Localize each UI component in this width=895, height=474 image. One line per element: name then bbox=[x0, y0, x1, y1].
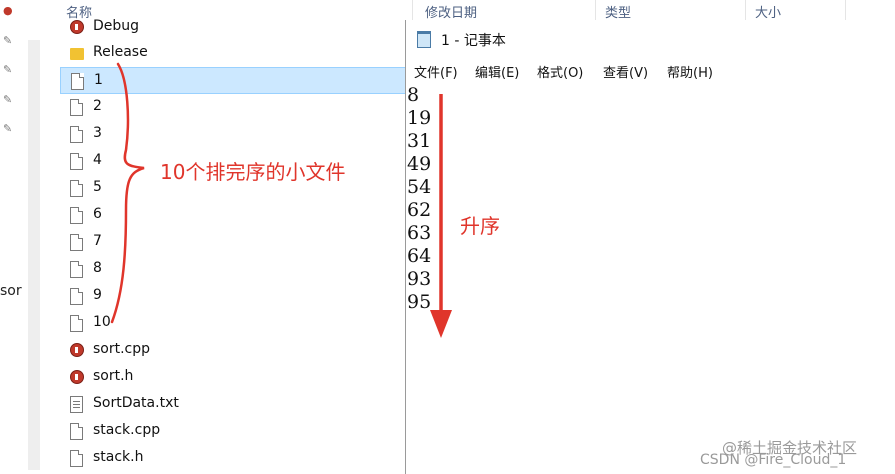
file-row-sort-cpp[interactable]: sort.cpp bbox=[60, 337, 406, 364]
watermark: CSDN @Fire_Cloud_1 bbox=[700, 452, 847, 468]
vs-file-icon: ● bbox=[3, 4, 13, 17]
cpp-file-icon bbox=[70, 343, 84, 357]
menu-format[interactable]: 格式(O) bbox=[537, 62, 583, 81]
document-icon bbox=[70, 126, 83, 143]
file-row-debug[interactable]: Debug bbox=[60, 14, 406, 41]
text-editor[interactable]: 8 19 31 49 54 62 63 64 93 95 bbox=[406, 84, 895, 474]
pin-icon[interactable]: ✎ bbox=[3, 122, 15, 136]
menu-help[interactable]: 帮助(H) bbox=[667, 62, 713, 81]
menu-edit[interactable]: 编辑(E) bbox=[475, 62, 519, 81]
ascending-annotation: 升序 bbox=[460, 214, 500, 238]
notepad-title-bar[interactable]: 1 - 记事本 bbox=[406, 20, 895, 58]
file-name: SortData.txt bbox=[93, 395, 179, 411]
document-icon bbox=[70, 423, 83, 440]
text-file-icon bbox=[70, 396, 83, 413]
notepad-window: 1 - 记事本 文件(F) 编辑(E) 格式(O) 查看(V) 帮助(H) 8 … bbox=[405, 20, 895, 474]
document-icon bbox=[70, 450, 83, 467]
file-name: sort.h bbox=[93, 368, 134, 384]
column-size[interactable]: 大小 bbox=[755, 2, 781, 21]
file-row-stack-cpp[interactable]: stack.cpp bbox=[60, 418, 406, 445]
file-name: stack.h bbox=[93, 449, 144, 465]
cpp-file-icon bbox=[70, 370, 84, 384]
folder-icon bbox=[70, 48, 84, 60]
pin-icon[interactable]: ✎ bbox=[3, 34, 15, 48]
navigation-pane: ● ✎ ✎ ✎ ✎ sor bbox=[0, 0, 40, 474]
column-divider[interactable] bbox=[845, 0, 846, 20]
pin-icon[interactable]: ✎ bbox=[3, 93, 15, 107]
nav-item-label[interactable]: sor bbox=[0, 283, 22, 299]
column-date-modified[interactable]: 修改日期 bbox=[425, 2, 477, 21]
menu-bar: 文件(F) 编辑(E) 格式(O) 查看(V) 帮助(H) bbox=[406, 58, 895, 82]
notepad-icon bbox=[417, 31, 431, 48]
window-title: 1 - 记事本 bbox=[441, 33, 506, 49]
column-divider[interactable] bbox=[595, 0, 596, 20]
file-name: sort.cpp bbox=[93, 341, 151, 357]
file-row-sortdata-txt[interactable]: SortData.txt bbox=[60, 391, 406, 418]
vs-file-icon bbox=[70, 20, 84, 34]
document-icon bbox=[70, 180, 83, 197]
file-row-stack-h[interactable]: stack.h bbox=[60, 445, 406, 472]
text-line: 8 bbox=[407, 84, 420, 106]
menu-file[interactable]: 文件(F) bbox=[414, 62, 458, 81]
document-icon bbox=[71, 73, 84, 90]
document-icon bbox=[70, 234, 83, 251]
pin-icon[interactable]: ✎ bbox=[3, 63, 15, 77]
annotation-brace bbox=[110, 62, 145, 324]
column-type[interactable]: 类型 bbox=[605, 2, 631, 21]
file-name: Debug bbox=[93, 18, 140, 34]
document-icon bbox=[70, 153, 83, 170]
column-divider[interactable] bbox=[412, 0, 413, 20]
document-icon bbox=[70, 261, 83, 278]
document-icon bbox=[70, 315, 83, 332]
column-divider[interactable] bbox=[745, 0, 746, 20]
menu-view[interactable]: 查看(V) bbox=[603, 62, 648, 81]
file-name: stack.cpp bbox=[93, 422, 161, 438]
document-icon bbox=[70, 207, 83, 224]
brace-annotation: 10个排完序的小文件 bbox=[160, 160, 346, 184]
file-row-sort-h[interactable]: sort.h bbox=[60, 364, 406, 391]
file-name: Release bbox=[93, 44, 148, 60]
nav-scrollbar[interactable] bbox=[28, 40, 40, 470]
document-icon bbox=[70, 288, 83, 305]
document-icon bbox=[70, 99, 83, 116]
ascending-arrow-icon bbox=[430, 94, 452, 338]
